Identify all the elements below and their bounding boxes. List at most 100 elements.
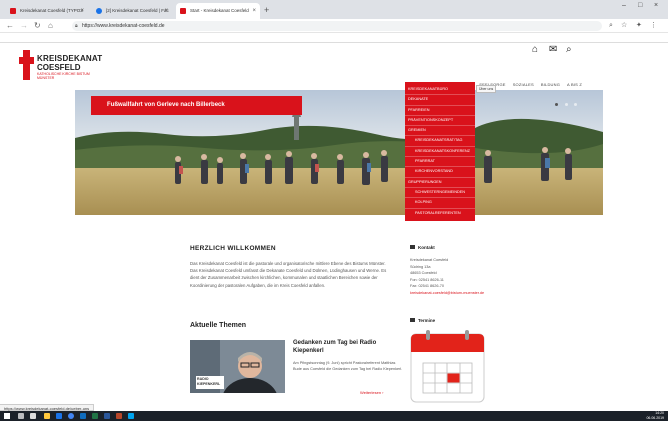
maximize-icon[interactable]: □ <box>638 2 642 9</box>
browser-tab-bar: Kreisdekanat Coesfeld (TYPO3 × [2] Kreis… <box>0 0 668 19</box>
slider-dot[interactable] <box>574 103 577 106</box>
bookmark-favicon-icon <box>39 42 44 43</box>
home-icon[interactable]: ⌂ <box>48 20 53 32</box>
thumbnail-caption: RADIO KIEPENKERL <box>197 377 221 386</box>
close-tab-icon[interactable]: × <box>80 3 84 19</box>
bookmark-favicon-icon <box>293 42 298 43</box>
search-icon[interactable] <box>18 413 24 419</box>
powerpoint-icon[interactable] <box>116 413 122 419</box>
system-clock[interactable]: 14:20 06.06.2019 <box>646 411 664 421</box>
bookmark-item[interactable]: Briefmarken <box>293 40 322 43</box>
slider-dot[interactable] <box>564 103 568 106</box>
close-window-icon[interactable]: × <box>654 2 658 9</box>
bookmark-favicon-icon <box>4 42 9 43</box>
main-navigation: AKTUELLESÜBER UNSSEELSORGESOZIALESBILDUN… <box>418 73 589 87</box>
bookmark-item[interactable]: SPORT Shop <box>410 40 441 42</box>
edge-icon[interactable] <box>56 413 62 419</box>
bookmark-favicon-icon <box>352 42 357 43</box>
menu-icon[interactable]: ⋮ <box>650 21 657 31</box>
bookmark-item[interactable]: (9) Facebook <box>4 40 35 43</box>
excel-icon[interactable] <box>92 413 98 419</box>
bookmark-item[interactable]: Kurze Links <box>262 40 290 43</box>
slider-dot[interactable] <box>555 103 559 106</box>
bookmark-favicon-icon <box>262 42 267 43</box>
slider-dots[interactable] <box>553 93 577 111</box>
bookmark-favicon-icon <box>60 42 65 43</box>
task-view-icon[interactable] <box>30 413 36 419</box>
calendar-small-icon <box>410 318 415 322</box>
dropdown-item[interactable]: SCHWESTERNGEMEINDEN <box>405 186 475 197</box>
bookmark-item[interactable]: Google <box>352 40 372 43</box>
bookmark-favicon-icon <box>194 42 199 43</box>
forward-icon[interactable]: → <box>20 20 28 32</box>
dropdown-item[interactable]: DEKANATE <box>405 94 475 104</box>
dropdown-item[interactable]: PRÄVENTIONSKONZEPT <box>405 114 475 125</box>
nav-item[interactable]: A BIS Z <box>567 82 582 87</box>
reload-icon[interactable]: ↻ <box>34 20 41 32</box>
dropdown-item[interactable]: KIRCHENVORSTAND <box>405 166 475 176</box>
bookmark-item[interactable]: KD Coesfeld <box>91 40 120 42</box>
bookmark-item[interactable]: Meine Bilder <box>445 40 474 43</box>
bookmark-item[interactable]: Eigene Umfragen er... <box>479 40 525 42</box>
building-icon <box>410 245 415 249</box>
article-thumbnail[interactable]: RADIO KIEPENKERL <box>190 340 285 393</box>
bookmark-item[interactable]: glosbalier.de <box>228 40 257 43</box>
bookmark-favicon-icon <box>529 42 534 43</box>
calendar-icon[interactable] <box>410 330 485 403</box>
search-icon[interactable]: ⌕ <box>566 44 572 55</box>
bookmark-item[interactable]: Medienbibliothek <box>153 40 190 43</box>
bookmark-favicon-icon <box>326 42 331 43</box>
bookmark-item[interactable]: Weitere Favoriten <box>529 40 568 43</box>
word-icon[interactable] <box>104 413 110 419</box>
close-tab-icon[interactable]: × <box>164 3 168 19</box>
chrome-icon[interactable] <box>68 413 74 419</box>
hero-title[interactable]: Fußwallfahrt von Gerleve nach Billerbeck <box>91 96 302 115</box>
new-tab-button[interactable]: + <box>264 3 269 17</box>
bookmark-item[interactable]: BAU COE <box>124 40 149 43</box>
contact-email-link[interactable]: kreisdekanat-coesfeld@bistum-muenster.de <box>410 290 510 297</box>
bookmark-item[interactable]: Bistum MS <box>60 40 86 43</box>
bookmark-favicon-icon <box>228 42 233 43</box>
search-icon[interactable]: ⌕ <box>609 21 613 31</box>
mail-icon[interactable]: ✉ <box>549 44 557 55</box>
dropdown-item[interactable]: KOLPING <box>405 197 475 207</box>
url-field[interactable]: 🔒︎ https://www.kreisdekanat-coesfeld.de <box>72 21 602 31</box>
site-logo[interactable]: KREISDEKANAT COESFELD KATHOLISCHE KIRCHE… <box>19 50 119 84</box>
bookmark-favicon-icon <box>445 42 450 43</box>
minimize-icon[interactable]: – <box>622 2 626 9</box>
browser-tab[interactable]: Kreisdekanat Coesfeld (TYPO3 × <box>6 3 88 19</box>
tab-favicon-icon <box>96 8 102 14</box>
bookmark-favicon-icon <box>124 42 129 43</box>
windows-start-icon[interactable] <box>4 413 10 419</box>
bookmark-item[interactable]: E-Paper <box>326 40 348 43</box>
article-title[interactable]: Gedanken zum Tag bei Radio Kiepenkerl <box>293 340 403 355</box>
dropdown-item[interactable]: KREISDEKANATSRAT/TAG <box>405 135 475 145</box>
dropdown-item[interactable]: KREISDEKANATBÜRO <box>405 85 475 94</box>
browser-tab[interactable]: [2] Kreisdekanat Coesfeld | Fac × <box>92 3 172 19</box>
bookmark-item[interactable]: Google Maps <box>376 40 407 42</box>
bookmark-favicon-icon <box>153 42 158 43</box>
outlook-icon[interactable] <box>80 413 86 419</box>
dropdown-item[interactable]: GRUPPIERUNGEN <box>405 176 475 187</box>
extension-icon[interactable]: ✦ <box>636 21 642 31</box>
back-icon[interactable]: ← <box>6 20 14 32</box>
close-tab-icon[interactable]: × <box>252 3 256 19</box>
star-icon[interactable]: ☆ <box>621 21 627 31</box>
tooltip: Über uns <box>476 85 497 93</box>
dropdown-item[interactable]: PFARREIEN <box>405 104 475 115</box>
dropdown-item[interactable]: KREISDEKANATSKONFERENZ <box>405 145 475 156</box>
browser-tab-active[interactable]: Start - Kreisdekanat Coesfeld × <box>176 3 260 19</box>
read-more-link[interactable]: Weiterlesen › <box>360 390 384 395</box>
app-icon[interactable] <box>128 413 134 419</box>
dropdown-item[interactable]: PFARRRAT <box>405 156 475 166</box>
home-icon[interactable]: ⌂ <box>532 44 538 55</box>
nav-item[interactable]: SOZIALES <box>513 82 534 87</box>
tab-favicon-icon <box>10 8 16 14</box>
dropdown-item[interactable]: GREMIEN <box>405 125 475 135</box>
file-explorer-icon[interactable] <box>44 413 50 419</box>
bookmark-item[interactable]: Typo 3 Login <box>194 40 224 43</box>
hero-slider[interactable]: Fußwallfahrt von Gerleve nach Billerbeck <box>75 90 603 215</box>
dropdown-item[interactable]: PASTORALREFERENTEN <box>405 207 475 218</box>
nav-item[interactable]: BILDUNG <box>541 82 560 87</box>
bookmark-item[interactable]: Jodus <box>39 40 57 43</box>
